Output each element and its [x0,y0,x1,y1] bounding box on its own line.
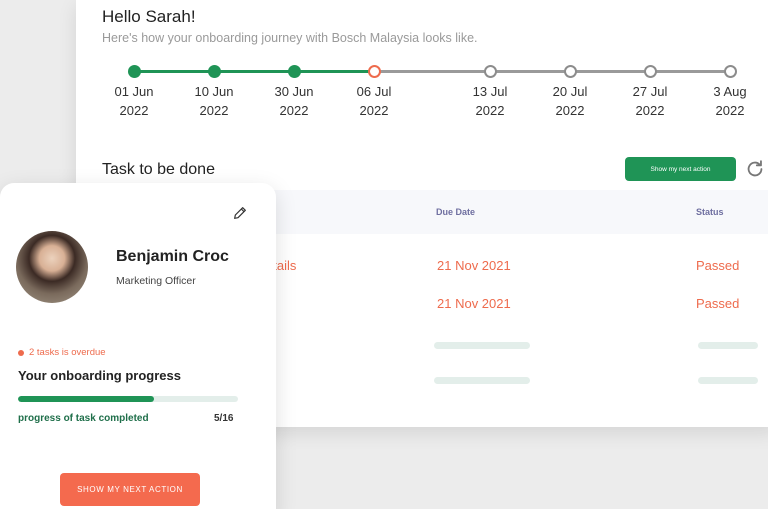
task-status: Passed [696,258,740,273]
timeline-node-1[interactable] [128,65,141,78]
timeline-label-1: 01 Jun 2022 [114,84,154,118]
task-due-date: 21 Nov 2021 [437,258,511,273]
progress-bar-fill [18,396,155,402]
timeline-label-7: 27 Jul 2022 [632,84,668,118]
greeting-subtitle: Here's how your onboarding journey with … [102,31,478,45]
timeline-label-6: 20 Jul 2022 [552,84,588,118]
loading-placeholder [698,377,758,384]
overdue-notice: 2 tasks is overdue [18,347,106,358]
onboarding-timeline: 01 Jun 2022 10 Jun 2022 30 Jun 2022 06 Jul 2… [76,60,768,120]
timeline-node-8[interactable] [724,65,737,78]
show-next-action-button[interactable]: SHOW MY NEXT ACTION [60,473,200,506]
timeline-node-2[interactable] [208,65,221,78]
timeline-remaining-line [374,70,730,73]
show-next-action-button[interactable]: Show my next action [625,157,736,181]
timeline-node-4[interactable] [368,65,381,78]
pencil-icon[interactable] [232,205,248,221]
timeline-label-2: 10 Jun 2022 [194,84,234,118]
loading-placeholder [434,342,530,349]
timeline-label-3: 30 Jun 2022 [274,84,314,118]
overdue-text: 2 tasks is overdue [29,347,106,358]
progress-count: 5/16 [214,413,234,424]
greeting-title: Hello Sarah! [102,7,196,26]
profile-card: Benjamin Croc Marketing Officer 2 tasks … [0,183,276,509]
column-due-date: Due Date [436,207,476,217]
timeline-label-5: 13 Jul 2022 [472,84,508,118]
loading-placeholder [698,342,758,349]
task-due-date: 21 Nov 2021 [437,296,511,311]
profile-role: Marketing Officer [116,275,196,287]
timeline-node-5[interactable] [484,65,497,78]
timeline-node-6[interactable] [564,65,577,78]
progress-bar [18,396,238,402]
timeline-progress-line [134,70,374,73]
progress-title: Your onboarding progress [18,368,181,383]
refresh-icon[interactable] [744,158,766,180]
loading-placeholder [434,377,530,384]
avatar [16,231,88,303]
profile-name: Benjamin Croc [116,248,229,265]
timeline-node-3[interactable] [288,65,301,78]
column-status: Status [696,207,724,217]
timeline-label-4: 06 Jul 2022 [356,84,392,118]
task-section-title: Task to be done [102,161,215,178]
task-status: Passed [696,296,740,311]
timeline-node-7[interactable] [644,65,657,78]
timeline-label-8: 3 Aug 2022 [713,84,747,118]
alert-dot-icon [18,349,24,356]
progress-label: progress of task completed [18,413,149,424]
